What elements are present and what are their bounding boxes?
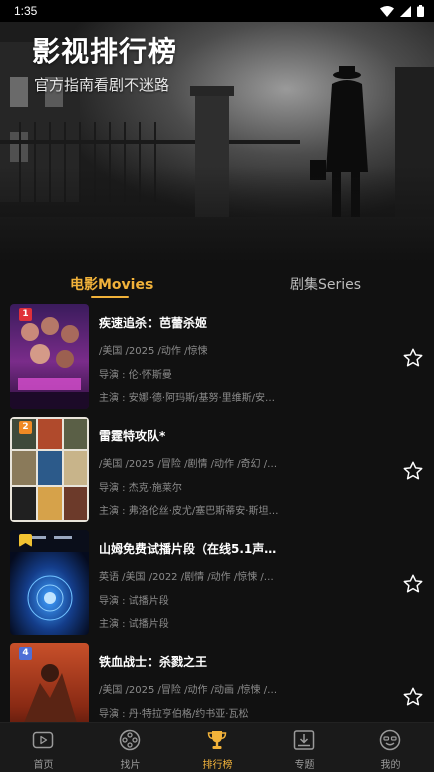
poster-image[interactable]: 4 [10,643,89,722]
item-meta: /美国 /2025 /动作 /惊悚 [99,346,208,357]
star-outline-icon[interactable] [402,686,424,708]
rank-badge: 4 [19,647,32,660]
status-icons [380,5,424,17]
hero-subtitle: 官方指南看剧不迷路 [34,76,170,94]
poster-image[interactable]: 1 [10,304,89,409]
poster-image[interactable]: 2 [10,417,89,522]
item-meta: /美国 /2025 /冒险 /动作 /动画 /惊悚 /科幻 [99,685,281,696]
bottom-nav: 首页 找片 排行榜 专题 我的 [0,722,434,772]
status-bar: 1:35 [0,0,434,22]
tab-series[interactable]: 剧集Series [290,274,361,294]
smiley-icon [379,729,401,751]
item-cast: 主演 : 试播片段 [99,619,169,630]
star-outline-icon[interactable] [402,573,424,595]
list-item[interactable]: 4 铁血战士：杀戮之王 /美国 /2025 /冒险 /动作 /动画 /惊悚 /科… [0,641,434,722]
tab-movies[interactable]: 电影Movies [70,274,153,294]
star-outline-icon[interactable] [402,347,424,369]
item-meta: 英语 /美国 /2022 /剧情 /动作 /惊悚 /战争 [99,572,281,583]
active-tab-indicator [91,296,129,298]
signal-icon [400,5,411,17]
list-item[interactable]: 2 雷霆特攻队* /美国 /2025 /冒险 /剧情 /动作 /奇幻 /科幻 导… [0,415,434,528]
nav-profile[interactable]: 我的 [347,723,434,772]
item-title[interactable]: 疾速追杀：芭蕾杀姬 [99,314,279,331]
nav-discover[interactable]: 找片 [87,723,174,772]
hero-title: 影视排行榜 [32,35,178,68]
star-outline-icon[interactable] [402,460,424,482]
battery-icon [417,5,424,17]
wifi-icon [380,5,394,17]
item-title[interactable]: 山姆免费试播片段（在线5.1声道） [99,540,279,557]
status-time: 1:35 [14,4,38,18]
nav-label: 首页 [33,760,54,771]
item-meta: /美国 /2025 /冒险 /剧情 /动作 /奇幻 /科幻 [99,459,281,470]
nav-label: 专题 [294,760,315,771]
bookmark-badge-icon [19,534,32,547]
item-director: 导演 : 伦·怀斯曼 [99,370,172,381]
nav-label: 排行榜 [202,760,233,771]
nav-topics[interactable]: 专题 [261,723,348,772]
play-icon [32,731,54,749]
list-item[interactable]: 山姆免费试播片段（在线5.1声道） 英语 /美国 /2022 /剧情 /动作 /… [0,528,434,641]
hero-banner[interactable]: 影视排行榜 官方指南看剧不迷路 [0,22,434,262]
item-title[interactable]: 雷霆特攻队* [99,427,279,444]
list-item[interactable]: 1 疾速追杀：芭蕾杀姬 /美国 /2025 /动作 /惊悚 导演 : 伦·怀斯曼… [0,302,434,415]
item-cast: 主演 : 安娜·德·阿玛斯/基努·里维斯/安杰丽卡·休斯顿 [99,393,281,404]
nav-label: 我的 [380,760,401,771]
nav-home[interactable]: 首页 [0,723,87,772]
rank-badge: 2 [19,421,32,434]
item-director: 导演 : 杰克·施莱尔 [99,483,182,494]
item-director: 导演 : 试播片段 [99,596,169,607]
category-tabs: 电影Movies 剧集Series [0,262,434,302]
download-box-icon [293,730,315,750]
item-director: 导演 : 丹·特拉亨伯格/约书亚·瓦松 [99,709,249,720]
item-cast: 主演 : 弗洛伦丝·皮尤/塞巴斯蒂安·斯坦/大卫·哈伯 [99,506,281,517]
nav-label: 找片 [120,760,141,771]
rank-badge: 1 [19,308,32,321]
nav-ranking[interactable]: 排行榜 [174,723,261,772]
item-title[interactable]: 铁血战士：杀戮之王 [99,653,279,670]
trophy-icon [207,731,227,749]
poster-image[interactable] [10,530,89,635]
ranking-list[interactable]: 1 疾速追杀：芭蕾杀姬 /美国 /2025 /动作 /惊悚 导演 : 伦·怀斯曼… [0,302,434,722]
film-reel-icon [119,729,141,751]
